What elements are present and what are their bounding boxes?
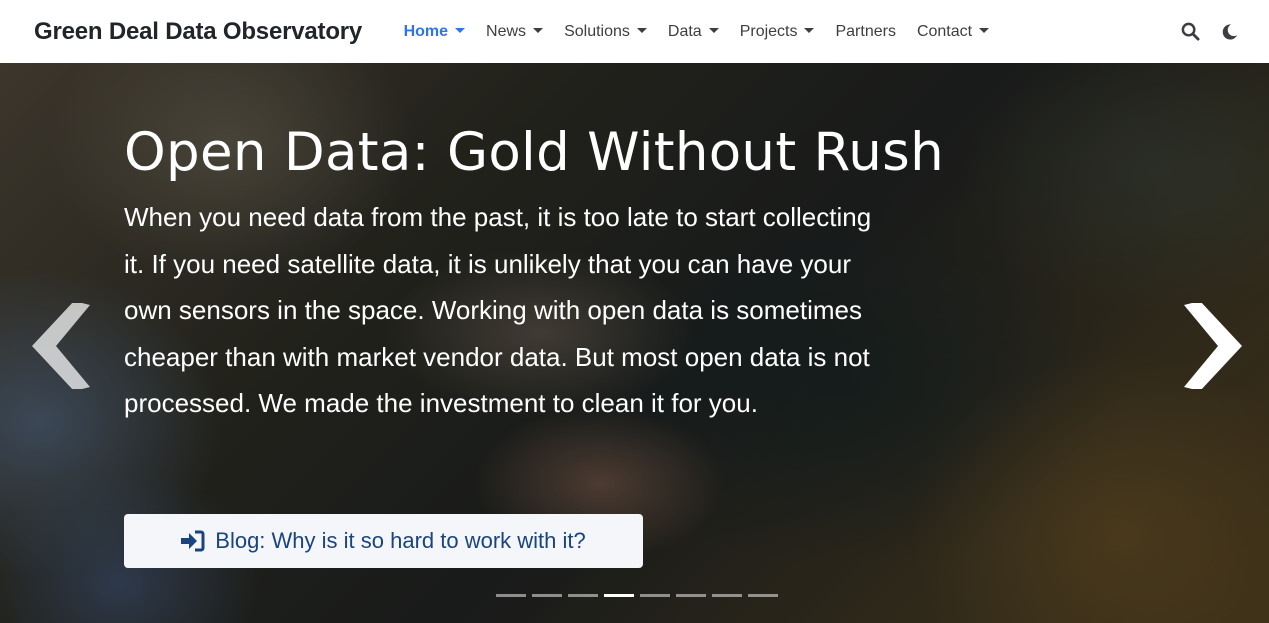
- carousel-prev-button[interactable]: [32, 301, 92, 391]
- caret-down-icon: [804, 28, 815, 33]
- nav-item-label: Home: [403, 22, 449, 40]
- navbar: Green Deal Data Observatory Home News So…: [0, 0, 1269, 63]
- blog-cta-button[interactable]: Blog: Why is it so hard to work with it?: [124, 514, 643, 568]
- sign-in-icon: [181, 529, 205, 553]
- caret-down-icon: [533, 28, 544, 33]
- nav-item-solutions[interactable]: Solutions: [554, 23, 658, 41]
- chevron-right-icon: [1184, 301, 1242, 391]
- nav-item-label: Contact: [916, 22, 973, 40]
- carousel-next-button[interactable]: [1182, 301, 1242, 391]
- search-icon: [1181, 22, 1200, 41]
- nav-tools: [1180, 0, 1239, 63]
- nav-item-data[interactable]: Data: [657, 23, 729, 41]
- nav-item-home[interactable]: Home: [393, 23, 475, 41]
- carousel-indicator-active[interactable]: [604, 594, 634, 597]
- caret-down-icon: [636, 28, 647, 33]
- carousel-indicator[interactable]: [496, 594, 526, 597]
- hero-carousel: Open Data: Gold Without Rush When you ne…: [0, 63, 1269, 623]
- nav-item-label: News: [486, 22, 527, 40]
- carousel-indicator[interactable]: [712, 594, 742, 597]
- caret-down-icon: [455, 28, 466, 33]
- nav-item-label: Projects: [739, 22, 798, 40]
- caret-down-icon: [979, 28, 990, 33]
- chevron-left-icon: [32, 301, 90, 391]
- hero-title: Open Data: Gold Without Rush: [124, 122, 944, 183]
- carousel-indicator[interactable]: [532, 594, 562, 597]
- main-nav: Home News Solutions Data Projects Partne…: [393, 23, 1000, 41]
- hero-description: When you need data from the past, it is …: [124, 202, 872, 419]
- blog-cta-label: Blog: Why is it so hard to work with it?: [215, 528, 586, 553]
- nav-item-label: Partners: [835, 22, 896, 40]
- nav-item-contact[interactable]: Contact: [906, 23, 999, 41]
- nav-item-projects[interactable]: Projects: [729, 23, 825, 41]
- nav-item-label: Data: [667, 22, 702, 40]
- moon-icon: [1222, 23, 1237, 40]
- search-button[interactable]: [1180, 22, 1200, 42]
- carousel-indicators: [496, 594, 778, 597]
- hero-content: Open Data: Gold Without Rush When you ne…: [124, 121, 1024, 427]
- nav-item-partners[interactable]: Partners: [825, 23, 906, 41]
- carousel-indicator[interactable]: [676, 594, 706, 597]
- caret-down-icon: [708, 28, 719, 33]
- carousel-indicator[interactable]: [748, 594, 778, 597]
- carousel-indicator[interactable]: [568, 594, 598, 597]
- nav-item-label: Solutions: [564, 22, 630, 40]
- nav-item-news[interactable]: News: [476, 23, 554, 41]
- brand-logo-text[interactable]: Green Deal Data Observatory: [34, 18, 362, 46]
- carousel-indicator[interactable]: [640, 594, 670, 597]
- theme-toggle-button[interactable]: [1219, 22, 1239, 42]
